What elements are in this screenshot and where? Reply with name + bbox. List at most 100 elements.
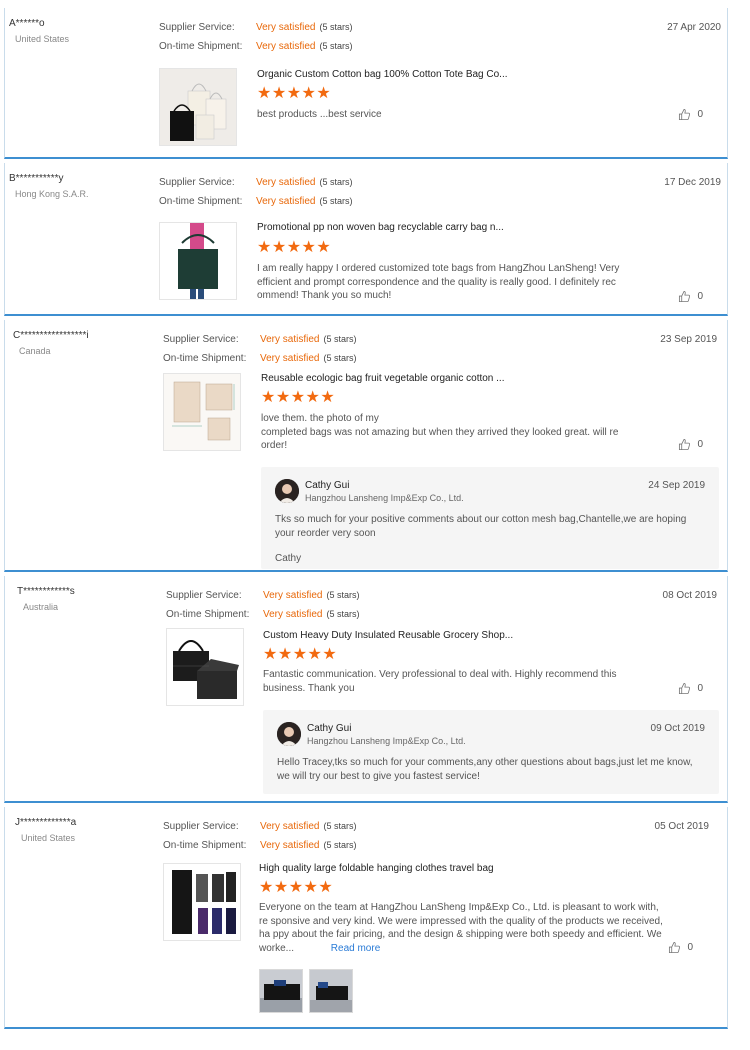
product-title-link[interactable]: Organic Custom Cotton bag 100% Cotton To… <box>257 69 508 80</box>
review-date: 17 Dec 2019 <box>664 177 721 188</box>
rating-stars: ★★★★★ <box>261 389 336 406</box>
reviewer-name: T************s <box>17 586 75 597</box>
review-comment-line: love them. the photo of my <box>261 413 379 424</box>
reply-date: 09 Oct 2019 <box>650 723 705 734</box>
ontime-shipment-rating: Very satisfied <box>260 353 320 364</box>
review-card: T************s Australia Supplier Servic… <box>4 576 728 803</box>
ontime-shipment-rating: Very satisfied <box>260 840 320 851</box>
supplier-service-label: Supplier Service: <box>166 590 242 601</box>
avatar <box>277 722 301 746</box>
reply-text: Hello Tracey,tks so much for your commen… <box>277 757 693 782</box>
rating-stars: ★★★★★ <box>259 879 334 896</box>
reply-signature: Cathy <box>275 553 302 564</box>
ontime-shipment-stars: (5 stars) <box>323 353 357 363</box>
supplier-service-label: Supplier Service: <box>163 821 239 832</box>
supplier-service-rating: Very satisfied <box>256 22 316 33</box>
reviewer-country: United States <box>15 34 70 44</box>
review-comment: Everyone on the team at HangZhou LanShen… <box>259 901 669 955</box>
ontime-shipment-rating: Very satisfied <box>256 196 316 207</box>
reply-company: Hangzhou Lansheng Imp&Exp Co., Ltd. <box>305 493 464 503</box>
product-thumbnail[interactable] <box>163 863 241 941</box>
reply-author: Cathy Gui <box>305 480 350 491</box>
ontime-shipment-stars: (5 stars) <box>323 840 357 850</box>
review-card: J*************a United States Supplier S… <box>4 807 728 1029</box>
supplier-service-rating: Very satisfied <box>260 821 320 832</box>
rating-stars: ★★★★★ <box>263 646 338 663</box>
supplier-service-rating: Very satisfied <box>263 590 323 601</box>
review-date: 27 Apr 2020 <box>667 22 721 33</box>
review-date: 23 Sep 2019 <box>660 334 717 345</box>
review-date: 05 Oct 2019 <box>654 821 709 832</box>
reviewer-name: J*************a <box>15 817 77 828</box>
review-card: C*****************i Canada Supplier Serv… <box>4 320 728 572</box>
product-title-link[interactable]: Reusable ecologic bag fruit vegetable or… <box>261 373 505 384</box>
avatar <box>275 479 299 503</box>
reviewer-country: Australia <box>23 602 59 612</box>
reviewer-name: A******o <box>9 18 45 29</box>
like-count: 0 <box>687 942 693 953</box>
review-photo[interactable] <box>309 969 353 1013</box>
supplier-service-stars: (5 stars) <box>319 22 353 32</box>
ontime-shipment-rating: Very satisfied <box>263 609 323 620</box>
supplier-service-stars: (5 stars) <box>323 821 357 831</box>
review-comment: love them. the photo of my completed bag… <box>261 412 633 453</box>
review-comment: best products ...best service <box>257 109 382 120</box>
reviewer-country: Hong Kong S.A.R. <box>15 189 89 199</box>
reply-company: Hangzhou Lansheng Imp&Exp Co., Ltd. <box>307 736 466 746</box>
reviewer: T************s Australia <box>17 586 75 612</box>
like-count: 0 <box>697 683 703 694</box>
thumbs-up-icon <box>679 290 691 303</box>
like-button[interactable]: 0 <box>678 438 703 451</box>
read-more-link[interactable]: Read more <box>331 943 380 954</box>
like-button[interactable]: 0 <box>678 682 703 695</box>
product-title-link[interactable]: High quality large foldable hanging clot… <box>259 863 494 874</box>
supplier-reply: Cathy Gui Hangzhou Lansheng Imp&Exp Co.,… <box>261 467 719 569</box>
service-ratings: Supplier Service: Very satisfied (5 stars)… <box>159 173 353 211</box>
review-photo[interactable] <box>259 969 303 1013</box>
thumbs-up-icon <box>669 941 681 954</box>
ontime-shipment-rating: Very satisfied <box>256 41 316 52</box>
product-title-link[interactable]: Custom Heavy Duty Insulated Reusable Gro… <box>263 630 513 641</box>
supplier-service-label: Supplier Service: <box>163 334 239 345</box>
ontime-shipment-label: On-time Shipment: <box>166 609 250 620</box>
reviewer: A******o United States <box>9 18 69 44</box>
product-thumbnail[interactable] <box>166 628 244 706</box>
service-ratings: Supplier Service: Very satisfied (5 stars)… <box>166 586 360 624</box>
reviewer-country: Canada <box>19 346 51 356</box>
ontime-shipment-stars: (5 stars) <box>319 196 353 206</box>
supplier-service-stars: (5 stars) <box>323 334 357 344</box>
reviewer-name: B***********y <box>9 173 64 184</box>
like-count: 0 <box>697 291 703 302</box>
service-ratings: Supplier Service: Very satisfied (5 stars)… <box>163 817 357 855</box>
review-comment-text: Everyone on the team at HangZhou LanShen… <box>259 902 663 954</box>
review-comment: Fantastic communication. Very profession… <box>263 669 617 694</box>
like-button[interactable]: 0 <box>668 941 693 954</box>
reviewer: B***********y Hong Kong S.A.R. <box>9 173 89 199</box>
review-comment: I am really happy I ordered customized t… <box>257 263 620 301</box>
review-comment-line: completed bags was not amazing but when … <box>261 426 619 452</box>
supplier-service-label: Supplier Service: <box>159 177 235 188</box>
thumbs-up-icon <box>679 438 691 451</box>
thumbs-up-icon <box>679 108 691 121</box>
reviewer-country: United States <box>21 833 76 843</box>
supplier-service-rating: Very satisfied <box>260 334 320 345</box>
reply-author: Cathy Gui <box>307 723 352 734</box>
rating-stars: ★★★★★ <box>257 239 332 256</box>
product-thumbnail[interactable] <box>163 373 241 451</box>
review-card: B***********y Hong Kong S.A.R. Supplier … <box>4 163 728 316</box>
service-ratings: Supplier Service: Very satisfied (5 stars)… <box>159 18 353 56</box>
supplier-service-label: Supplier Service: <box>159 22 235 33</box>
reviewer-name: C*****************i <box>13 330 89 341</box>
product-thumbnail[interactable] <box>159 68 237 146</box>
rating-stars: ★★★★★ <box>257 85 332 102</box>
reviewer: C*****************i Canada <box>13 330 89 356</box>
supplier-service-rating: Very satisfied <box>256 177 316 188</box>
like-button[interactable]: 0 <box>678 290 703 303</box>
product-title-link[interactable]: Promotional pp non woven bag recyclable … <box>257 222 504 233</box>
product-thumbnail[interactable] <box>159 222 237 300</box>
review-date: 08 Oct 2019 <box>662 590 717 601</box>
reviewer: J*************a United States <box>15 817 76 843</box>
supplier-service-stars: (5 stars) <box>319 177 353 187</box>
like-button[interactable]: 0 <box>678 108 703 121</box>
like-count: 0 <box>697 439 703 450</box>
